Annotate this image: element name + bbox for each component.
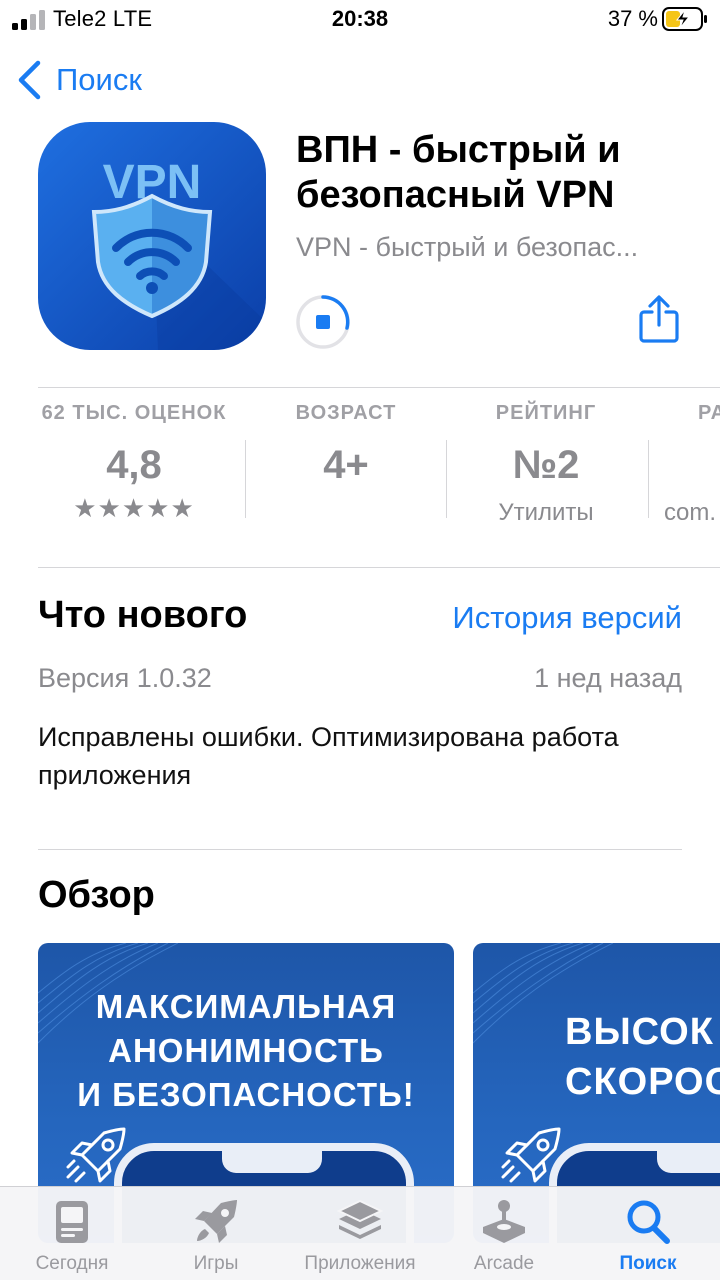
- version-history-link[interactable]: История версий: [452, 600, 682, 636]
- tab-label: Приложения: [304, 1253, 416, 1274]
- developer-caption: РА: [698, 402, 720, 424]
- back-button[interactable]: Поиск: [16, 58, 142, 102]
- preview-title: Обзор: [38, 874, 155, 916]
- rating-value: 4,8: [106, 443, 162, 487]
- notes-divider: [38, 849, 682, 850]
- header-divider: [38, 387, 720, 388]
- chart-rank-value: №2: [512, 443, 580, 487]
- layers-icon: [336, 1199, 384, 1239]
- share-icon[interactable]: [638, 294, 680, 344]
- ratings-caption: 62 ТЫС. ОЦЕНОК: [41, 402, 227, 424]
- battery-percent: 37 %: [607, 6, 658, 31]
- caption-line: МАКСИМАЛЬНАЯ: [95, 988, 397, 1025]
- whats-new-title: Что нового: [38, 594, 248, 636]
- developer-id: com.: [664, 499, 717, 526]
- phone-notch: [657, 1151, 720, 1173]
- column-separator: [648, 440, 649, 518]
- caption-line: ВЫСОК: [565, 1011, 714, 1053]
- back-label: Поиск: [56, 62, 142, 97]
- tab-label: Сегодня: [35, 1253, 109, 1274]
- joystick-icon: [483, 1200, 525, 1243]
- today-icon: [56, 1201, 88, 1243]
- status-bar: Tele2 LTE 20:38 37 %: [0, 0, 720, 44]
- tab-games[interactable]: Игры: [144, 1197, 288, 1275]
- caption-line: СКОРОС: [565, 1061, 720, 1103]
- app-title: ВПН - быстрый и безопасный VPN: [296, 129, 621, 216]
- battery-charging-icon: [662, 7, 707, 31]
- developer-info[interactable]: РА com.: [664, 402, 720, 527]
- age-value: 4+: [323, 443, 369, 487]
- tab-label: Arcade: [473, 1253, 535, 1274]
- screenshot-2-caption: ВЫСОК СКОРОС: [565, 1007, 720, 1107]
- caption-line: АНОНИМНОСТЬ: [108, 1032, 384, 1069]
- release-notes: Исправлены ошибки. Оптимизирована работа…: [38, 722, 619, 790]
- tab-label: Игры: [193, 1253, 239, 1274]
- age-info[interactable]: ВОЗРАСТ 4+: [256, 402, 436, 487]
- tab-search[interactable]: Поиск: [576, 1197, 720, 1275]
- tab-arcade[interactable]: Arcade: [432, 1197, 576, 1275]
- screenshot-1-caption: МАКСИМАЛЬНАЯ АНОНИМНОСТЬ И БЕЗОПАСНОСТЬ!: [38, 985, 454, 1117]
- phone-notch: [222, 1151, 322, 1173]
- info-divider: [38, 567, 720, 568]
- tab-label: Поиск: [619, 1253, 677, 1274]
- tab-apps[interactable]: Приложения: [288, 1197, 432, 1275]
- version-label: Версия 1.0.32: [38, 663, 212, 693]
- tab-today[interactable]: Сегодня: [0, 1197, 144, 1275]
- column-separator: [245, 440, 246, 518]
- rocket-icon: [195, 1200, 237, 1243]
- age-caption: ВОЗРАСТ: [295, 402, 397, 424]
- rating-stars: ★★★★★: [73, 493, 195, 523]
- download-progress-stop-button[interactable]: [295, 294, 351, 350]
- chevron-left-icon: [18, 60, 41, 100]
- release-date: 1 нед назад: [534, 663, 682, 693]
- chart-rank-info[interactable]: РЕЙТИНГ №2 Утилиты: [456, 402, 636, 527]
- chart-caption: РЕЙТИНГ: [495, 402, 597, 424]
- chart-category: Утилиты: [498, 499, 594, 526]
- info-row: 62 ТЫС. ОЦЕНОК 4,8 ★★★★★ ВОЗРАСТ 4+ РЕЙТ…: [0, 402, 720, 552]
- ratings-info[interactable]: 62 ТЫС. ОЦЕНОК 4,8 ★★★★★: [30, 402, 238, 524]
- caption-line: И БЕЗОПАСНОСТЬ!: [77, 1076, 415, 1113]
- app-icon: VPN: [38, 122, 266, 350]
- column-separator: [446, 440, 447, 518]
- search-icon: [627, 1200, 670, 1244]
- tab-bar: Сегодня Игры Приложения Arcade Поиск: [0, 1186, 720, 1280]
- app-subtitle: VPN - быстрый и безопас...: [296, 232, 639, 262]
